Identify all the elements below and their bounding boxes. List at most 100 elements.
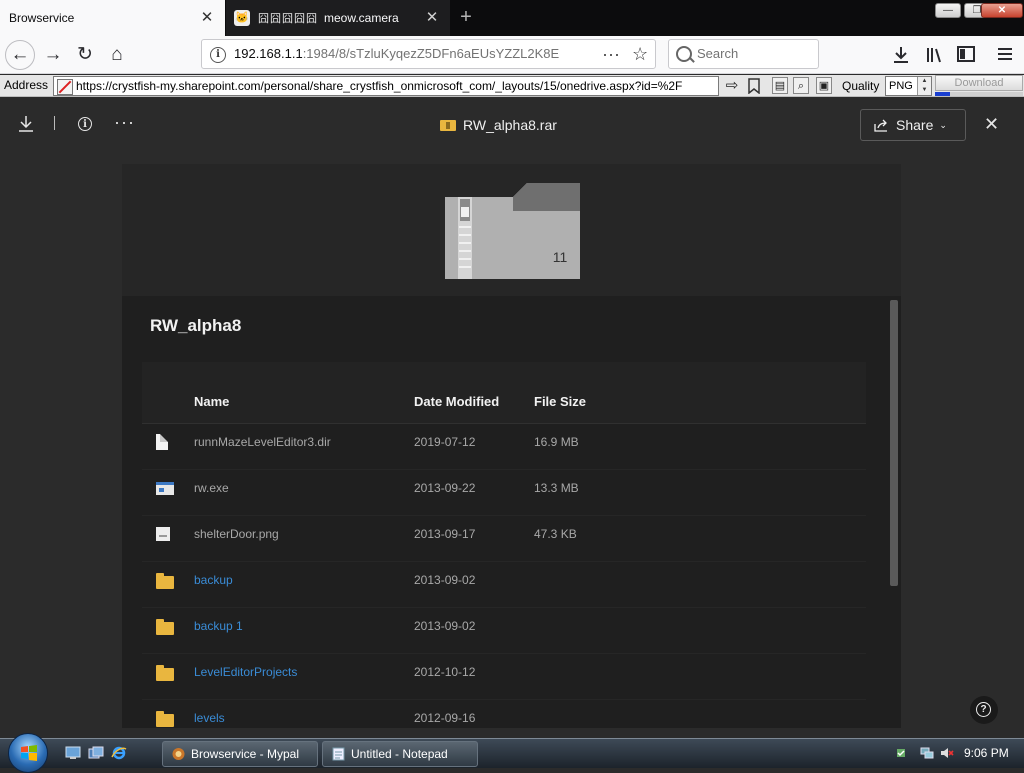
internet-explorer-icon[interactable]	[111, 746, 127, 760]
page-icon[interactable]: ▤	[772, 77, 788, 94]
folder-name: RW_alpha8	[150, 316, 242, 335]
sidebar-icon[interactable]	[957, 46, 975, 62]
home-button[interactable]: ⌂	[102, 40, 132, 70]
search-bar[interactable]: Search	[668, 39, 819, 69]
network-icon[interactable]	[920, 746, 934, 760]
share-icon	[874, 119, 887, 132]
library-icon[interactable]	[926, 46, 944, 64]
file-size: 47.3 KB	[534, 527, 577, 541]
quality-label: Quality	[842, 79, 880, 93]
close-viewer-button[interactable]: ✕	[984, 114, 999, 134]
table-row[interactable]: levels 2012-09-16	[142, 700, 866, 728]
url-host: 192.168.1.1	[234, 46, 303, 61]
image-file-icon	[156, 527, 170, 541]
column-header-name[interactable]: Name	[194, 394, 229, 409]
close-tab-icon[interactable]: ✕	[424, 10, 440, 26]
minimize-button[interactable]: —	[935, 3, 961, 18]
start-button[interactable]	[8, 733, 48, 773]
folder-icon	[156, 573, 174, 589]
new-tab-button[interactable]: +	[454, 6, 478, 30]
addon-toolbar: Address https://crystfish-my.sharepoint.…	[0, 75, 1024, 97]
url-text[interactable]: 192.168.1.1:1984/8/sTzluKyqezZ5DFn6aEUsY…	[234, 40, 574, 68]
help-button[interactable]: ?	[970, 696, 998, 724]
file-name: runnMazeLevelEditor3.dir	[194, 435, 331, 449]
navigation-bar: ← → ↻ ⌂ i 192.168.1.1:1984/8/sTzluKyqezZ…	[0, 36, 1024, 74]
file-date: 2013-09-17	[414, 527, 476, 541]
help-icon: ?	[976, 702, 991, 717]
forward-button[interactable]: →	[38, 40, 68, 70]
taskbar-button-label: Untitled - Notepad	[351, 747, 448, 761]
menu-icon[interactable]	[997, 47, 1013, 61]
close-tab-icon[interactable]: ✕	[199, 10, 215, 26]
volume-muted-icon[interactable]	[940, 746, 954, 760]
address-label: Address	[4, 78, 49, 92]
file-size: 13.3 MB	[534, 481, 579, 495]
viewer-header: i ··· RW_alpha8.rar Share ⌄ ✕	[0, 98, 1024, 154]
taskbar-button-label: Browservice - Mypal	[191, 747, 300, 761]
insecure-page-icon	[57, 79, 73, 95]
folder-link[interactable]: LevelEditorProjects	[194, 654, 297, 690]
page-actions-icon[interactable]: ···	[602, 40, 620, 68]
share-label: Share	[896, 117, 934, 133]
clock[interactable]: 9:06 PM	[964, 739, 1009, 767]
download-icon[interactable]	[893, 46, 909, 64]
download-button[interactable]: Download	[935, 75, 1023, 91]
file-date: 2013-09-02	[414, 619, 476, 633]
table-row[interactable]: backup 2013-09-02	[142, 562, 866, 608]
info-icon[interactable]: i	[78, 117, 92, 131]
bookmark-icon[interactable]	[747, 78, 761, 95]
tab-meow-camera[interactable]: 🐱 囧囧囧囧囧 meow.camera ✕	[226, 0, 450, 36]
column-header-size[interactable]: File Size	[534, 394, 586, 409]
document-icon	[156, 434, 168, 450]
folder-link[interactable]: backup 1	[194, 608, 243, 644]
notepad-icon	[332, 747, 345, 761]
site-info-icon[interactable]: i	[210, 47, 226, 63]
address-field[interactable]: https://crystfish-my.sharepoint.com/pers…	[53, 76, 719, 96]
tab-browservice[interactable]: Browservice ✕	[0, 0, 225, 36]
bookmark-star-icon[interactable]: ☆	[632, 40, 648, 68]
find-icon[interactable]: ⌕	[793, 77, 809, 94]
cat-favicon-icon: 🐱	[234, 10, 250, 26]
tab-title: Browservice	[9, 11, 75, 25]
share-button[interactable]: Share ⌄	[860, 109, 966, 141]
column-header-date[interactable]: Date Modified	[414, 394, 499, 409]
table-header	[142, 362, 866, 424]
url-bar[interactable]: i 192.168.1.1:1984/8/sTzluKyqezZ5DFn6aEU…	[201, 39, 656, 69]
table-row[interactable]: LevelEditorProjects 2012-10-12	[142, 654, 866, 700]
tab-title: meow.camera	[324, 11, 399, 25]
table-row[interactable]: runnMazeLevelEditor3.dir 2019-07-12 16.9…	[142, 424, 866, 470]
file-date: 2019-07-12	[414, 435, 476, 449]
reload-button[interactable]: ↻	[70, 40, 100, 70]
taskbar-browservice-button[interactable]: Browservice - Mypal	[162, 741, 318, 767]
go-arrow-icon[interactable]: ⇨	[723, 77, 741, 95]
taskbar-notepad-button[interactable]: Untitled - Notepad	[322, 741, 478, 767]
table-row[interactable]: backup 1 2013-09-02	[142, 608, 866, 654]
clipboard-icon[interactable]: ▣	[816, 77, 832, 94]
tab-strip: Browservice ✕ 🐱 囧囧囧囧囧 meow.camera ✕ + — …	[0, 0, 1024, 36]
window-close-button[interactable]: ✕	[981, 3, 1023, 18]
folder-link[interactable]: backup	[194, 562, 233, 598]
taskbar: Browservice - Mypal Untitled - Notepad 9…	[0, 733, 1024, 773]
folder-icon	[156, 711, 174, 727]
switch-windows-icon[interactable]	[88, 746, 104, 760]
search-icon	[676, 46, 692, 62]
show-desktop-icon[interactable]	[65, 746, 81, 760]
download-icon[interactable]	[18, 115, 34, 133]
file-name: rw.exe	[194, 481, 229, 495]
table-row[interactable]: rw.exe 2013-09-22 13.3 MB	[142, 470, 866, 516]
folder-icon	[156, 619, 174, 635]
quality-select[interactable]: PNG ▲ ▼	[885, 76, 932, 96]
file-name: shelterDoor.png	[194, 527, 279, 541]
scrollbar[interactable]	[890, 300, 898, 586]
quality-spinner-icon[interactable]: ▲ ▼	[917, 77, 931, 95]
back-button[interactable]: ←	[5, 40, 35, 70]
safe-remove-icon[interactable]	[894, 746, 908, 760]
folder-link[interactable]: levels	[194, 700, 225, 736]
table-row[interactable]: shelterDoor.png 2013-09-17 47.3 KB	[142, 516, 866, 562]
file-title-group: RW_alpha8.rar	[440, 117, 557, 133]
more-options-icon[interactable]: ···	[114, 112, 135, 132]
download-progress-fill	[935, 92, 950, 96]
download-progress-bar	[935, 92, 1023, 96]
file-date: 2013-09-02	[414, 573, 476, 587]
chevron-down-icon: ⌄	[939, 119, 947, 130]
